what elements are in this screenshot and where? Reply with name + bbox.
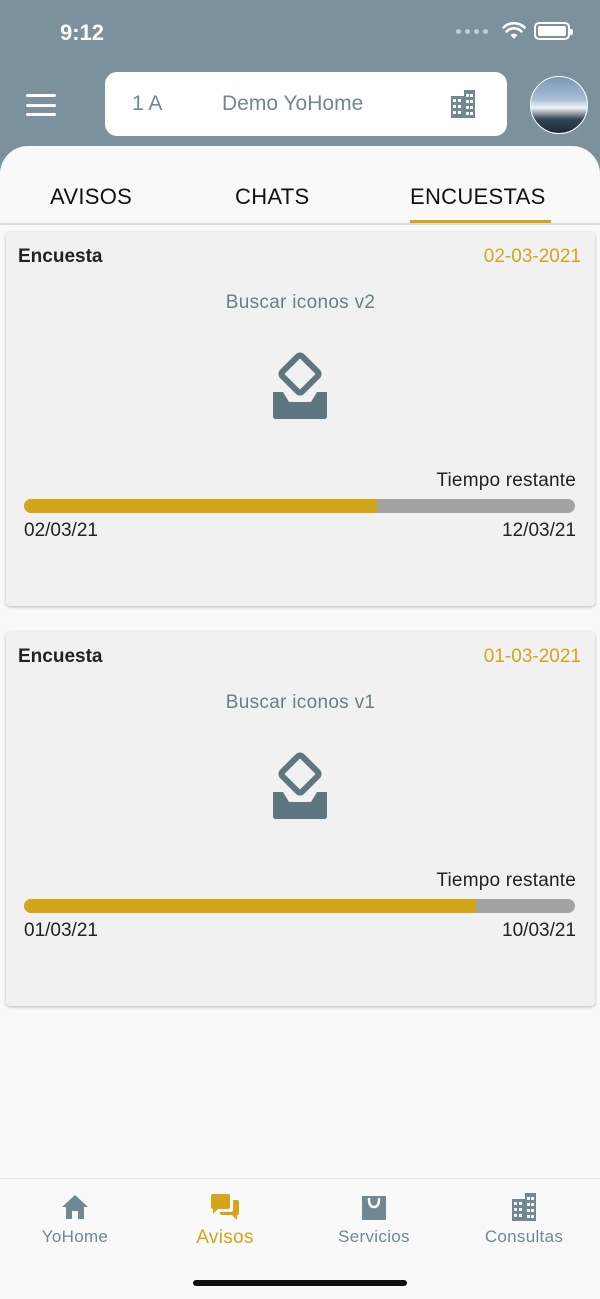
survey-card[interactable]: Encuesta 01-03-2021 Buscar iconos v1 Tie… xyxy=(6,632,595,1006)
time-progress-bar xyxy=(24,899,575,913)
survey-type: Encuesta xyxy=(18,646,103,667)
survey-type: Encuesta xyxy=(18,246,103,267)
tab-chats[interactable]: CHATS xyxy=(235,184,309,210)
menu-button[interactable] xyxy=(26,94,56,116)
building-icon xyxy=(512,1193,536,1221)
time-progress-fill xyxy=(24,899,476,913)
survey-title: Buscar iconos v1 xyxy=(225,692,376,713)
ballot-box-icon xyxy=(273,352,327,419)
content-panel: AVISOS CHATS ENCUESTAS Encuesta 02-03-20… xyxy=(0,146,600,1299)
community-name: Demo YoHome xyxy=(222,92,364,115)
remaining-time-label: Tiempo restante xyxy=(436,870,576,891)
time-progress-bar xyxy=(24,499,575,513)
home-icon xyxy=(62,1195,88,1219)
wifi-icon xyxy=(502,22,526,39)
unit-label: 1 A xyxy=(132,92,163,115)
community-selector[interactable]: 1 A Demo YoHome xyxy=(105,72,507,136)
tab-avisos[interactable]: AVISOS xyxy=(50,184,132,210)
signal-icon xyxy=(456,28,488,34)
home-indicator xyxy=(193,1280,407,1286)
ballot-box-icon xyxy=(273,752,327,819)
end-date: 12/03/21 xyxy=(502,520,576,541)
survey-card[interactable]: Encuesta 02-03-2021 Buscar iconos v2 Tie… xyxy=(6,232,595,606)
nav-label: Avisos xyxy=(196,1227,254,1248)
app-header: 1 A Demo YoHome xyxy=(0,64,600,154)
start-date: 02/03/21 xyxy=(24,520,98,541)
remaining-time-label: Tiempo restante xyxy=(436,470,576,491)
nav-item-avisos[interactable]: Avisos xyxy=(150,1193,300,1249)
survey-title: Buscar iconos v2 xyxy=(225,292,376,313)
building-icon xyxy=(451,90,475,118)
nav-label: Consultas xyxy=(484,1227,564,1246)
nav-item-servicios[interactable]: Servicios xyxy=(299,1193,449,1247)
status-bar: 9:12 xyxy=(0,0,600,64)
battery-icon xyxy=(534,22,573,40)
shopping-bag-icon xyxy=(362,1196,386,1220)
status-icons xyxy=(456,22,573,40)
nav-item-yohome[interactable]: YoHome xyxy=(0,1193,150,1247)
survey-date: 01-03-2021 xyxy=(483,646,581,667)
nav-label: Servicios xyxy=(338,1227,410,1246)
status-time: 9:12 xyxy=(60,20,105,45)
avatar[interactable] xyxy=(530,76,588,134)
end-date: 10/03/21 xyxy=(502,920,576,941)
nav-item-consultas[interactable]: Consultas xyxy=(449,1193,599,1247)
tabs-divider xyxy=(0,223,600,225)
tab-bar: AVISOS CHATS ENCUESTAS xyxy=(0,184,600,224)
survey-date: 02-03-2021 xyxy=(483,246,581,267)
start-date: 01/03/21 xyxy=(24,920,98,941)
tab-encuestas[interactable]: ENCUESTAS xyxy=(410,184,546,210)
time-progress-fill xyxy=(24,499,377,513)
nav-label: YoHome xyxy=(41,1227,109,1246)
chat-bubbles-icon xyxy=(211,1194,239,1220)
